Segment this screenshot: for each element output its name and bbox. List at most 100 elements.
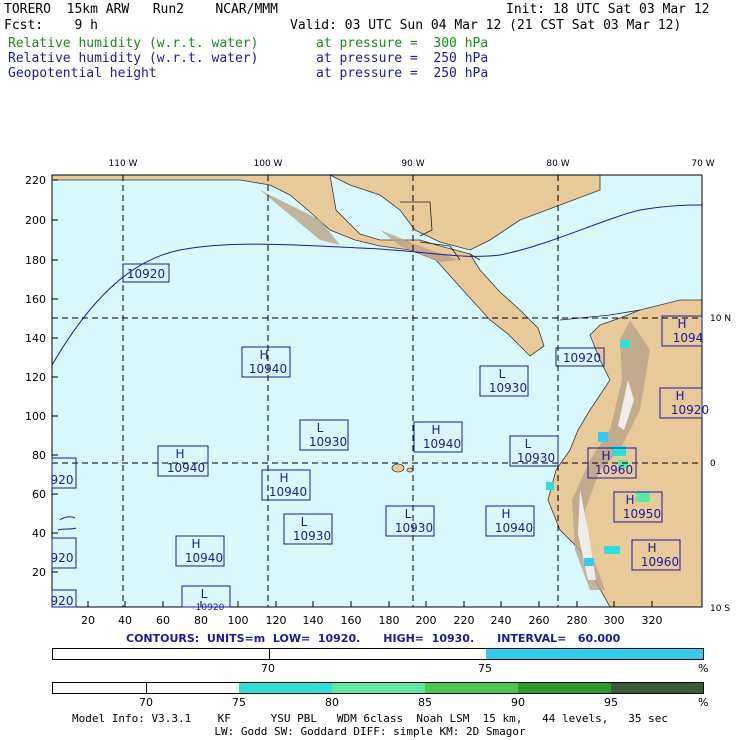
lat-label: 0	[710, 459, 716, 469]
scale2-label: 85	[418, 696, 432, 709]
center-value: 10920	[671, 403, 709, 417]
color-scale-1	[52, 648, 704, 660]
center-value: 920	[51, 473, 74, 487]
center-value: 10930	[489, 381, 527, 395]
lat-label: 10 S	[710, 604, 730, 614]
center-type: H	[259, 348, 268, 362]
x-tick: 260	[529, 614, 550, 627]
x-tick: 180	[379, 614, 400, 627]
weather-map: 220 200 180 160 140 120 100 80 60 40 20 …	[25, 159, 731, 627]
center-type: H	[431, 423, 440, 437]
latitude-labels: 10 N 0 10 S	[710, 314, 731, 614]
x-tick: 300	[604, 614, 625, 627]
field-3-name: Geopotential height	[8, 66, 157, 81]
center-value: 10940	[269, 485, 307, 499]
field-3-level: at pressure = 250 hPa	[316, 66, 489, 81]
center-value: 10940	[249, 362, 287, 376]
center-value: 10930	[395, 521, 433, 535]
y-tick: 40	[32, 527, 46, 540]
scale2-segment-3	[239, 683, 332, 693]
model-info: Model Info: V3.3.1 KF YSU PBL WDM 6class…	[71, 712, 669, 725]
galapagos-island	[391, 463, 405, 473]
x-tick: 120	[266, 614, 287, 627]
longitude-labels: 110 W 100 W 90 W 80 W 70 W	[109, 159, 715, 169]
center-value: 1094	[673, 331, 704, 345]
scale1-label-75: 75	[478, 662, 492, 675]
center-value: 10920	[563, 351, 601, 365]
center-type: H	[501, 507, 510, 521]
x-tick: 220	[454, 614, 475, 627]
center-type: H	[601, 449, 610, 463]
center-label: 10920	[555, 347, 605, 367]
y-tick: 120	[25, 371, 46, 384]
valid-time: Valid: 03 UTC Sun 04 Mar 12 (21 CST Sat …	[290, 18, 682, 33]
center-type: L	[499, 367, 506, 381]
center-type: H	[677, 317, 686, 331]
scale1-label-70: 70	[261, 662, 275, 675]
y-tick: 160	[25, 293, 46, 306]
center-label: 10920	[122, 263, 170, 283]
field-2-name: Relative humidity (w.r.t. water)	[8, 51, 259, 66]
center-value: 10940	[185, 551, 223, 565]
scale2-label: 90	[511, 696, 525, 709]
x-tick: 20	[81, 614, 95, 627]
scale2-label: 75	[232, 696, 246, 709]
scale2-label-percent: %	[698, 696, 709, 709]
center-value: 10960	[641, 555, 679, 569]
y-tick: 180	[25, 254, 46, 267]
scale2-segment-2	[146, 683, 240, 693]
scale2-segment-1	[53, 683, 146, 693]
center-value: 10920	[127, 267, 165, 281]
x-tick: 60	[156, 614, 170, 627]
center-type: L	[201, 587, 208, 601]
y-tick-labels: 220 200 180 160 140 120 100 80 60 40 20	[25, 174, 46, 579]
lat-label: 10 N	[710, 314, 731, 324]
center-type: H	[647, 541, 656, 555]
center-value: 920	[51, 594, 74, 608]
lon-label: 80 W	[546, 159, 569, 169]
center-value: 10940	[167, 461, 205, 475]
scale2-label: 70	[139, 696, 153, 709]
center-type: L	[525, 437, 532, 451]
center-type: L	[317, 421, 324, 435]
y-tick: 220	[25, 174, 46, 187]
center-type: L	[405, 507, 412, 521]
y-tick: 60	[32, 488, 46, 501]
scale2-segment-4	[332, 683, 425, 693]
center-type: H	[175, 447, 184, 461]
center-type: H	[675, 389, 684, 403]
x-tick: 100	[228, 614, 249, 627]
x-tick: 80	[194, 614, 208, 627]
scale1-label-percent: %	[698, 662, 709, 675]
x-tick: 280	[567, 614, 588, 627]
y-tick: 80	[32, 449, 46, 462]
x-tick: 200	[416, 614, 437, 627]
lon-label: 100 W	[254, 159, 283, 169]
center-type: L	[301, 515, 308, 529]
center-type: H	[279, 471, 288, 485]
scale2-label: 80	[325, 696, 339, 709]
center-value: 920	[51, 551, 74, 565]
scale2-segment-7	[611, 683, 703, 693]
y-tick: 100	[25, 410, 46, 423]
scale1-segment-high	[486, 649, 703, 659]
contour-info: CONTOURS: UNITS=m LOW= 10920. HIGH= 1093…	[126, 632, 621, 645]
lon-label: 110 W	[109, 159, 138, 169]
scale2-label: 95	[604, 696, 618, 709]
field-2-level: at pressure = 250 hPa	[316, 51, 489, 66]
center-type: H	[191, 537, 200, 551]
model-title: TORERO 15km ARW Run2 NCAR/MMM	[4, 2, 278, 17]
lon-label: 90 W	[401, 159, 424, 169]
scale2-segment-5	[425, 683, 518, 693]
scale2-segment-6	[518, 683, 611, 693]
x-tick: 240	[491, 614, 512, 627]
model-physics: LW: Godd SW: Goddard DIFF: simple KM: 2D…	[214, 725, 526, 738]
x-tick: 320	[642, 614, 663, 627]
y-tick: 140	[25, 332, 46, 345]
center-value: 10940	[423, 437, 461, 451]
x-tick-labels: 20 40 60 80 100 120 140 160 180 200 220 …	[81, 614, 663, 627]
x-tick: 140	[303, 614, 324, 627]
forecast-hour: Fcst: 9 h	[4, 18, 98, 33]
center-type: H	[625, 493, 634, 507]
init-time: Init: 18 UTC Sat 03 Mar 12	[506, 2, 710, 17]
